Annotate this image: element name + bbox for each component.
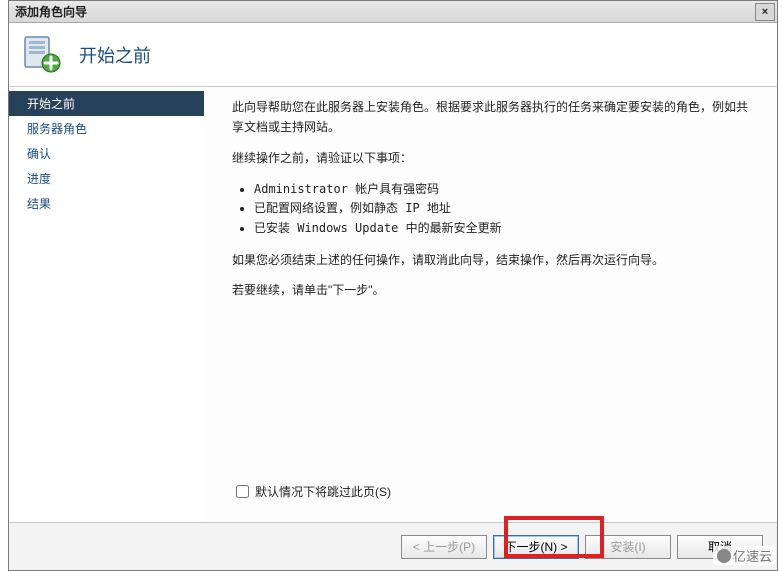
next-button[interactable]: 下一步(N) > [493,535,579,559]
verify-item: 已安装 Windows Update 中的最新安全更新 [254,219,749,238]
wizard-window: 添加角色向导 × 开始之前 开始之前 服务器角色 确认 进度 结果 [8,0,778,571]
page-title: 开始之前 [79,42,151,68]
titlebar: 添加角色向导 × [9,1,777,23]
skip-row: 默认情况下将跳过此页(S) [232,482,749,516]
prev-button[interactable]: < 上一步(P) [401,535,487,559]
skip-checkbox[interactable] [236,485,249,498]
sidebar: 开始之前 服务器角色 确认 进度 结果 [9,87,204,522]
watermark-icon [717,549,731,563]
sidebar-item-confirm[interactable]: 确认 [9,141,204,166]
verify-list: Administrator 帐户具有强密码 已配置网络设置，例如静态 IP 地址… [232,180,749,238]
content-pane: 此向导帮助您在此服务器上安装角色。根据要求此服务器执行的任务来确定要安装的角色，… [204,87,777,522]
watermark: 亿速云 [713,546,776,565]
verify-item: Administrator 帐户具有强密码 [254,180,749,199]
window-title: 添加角色向导 [15,3,87,20]
intro-text: 此向导帮助您在此服务器上安装角色。根据要求此服务器执行的任务来确定要安装的角色，… [232,97,749,138]
wizard-footer: < 上一步(P) 下一步(N) > 安装(I) 取消 [9,522,777,570]
sidebar-item-progress[interactable]: 进度 [9,166,204,191]
skip-checkbox-label: 默认情况下将跳过此页(S) [255,482,391,502]
cancel-hint: 如果您必须结束上述的任何操作，请取消此向导，结束操作，然后再次运行向导。 [232,250,749,270]
sidebar-item-results[interactable]: 结果 [9,191,204,216]
wizard-body: 开始之前 服务器角色 确认 进度 结果 此向导帮助您在此服务器上安装角色。根据要… [9,87,777,522]
verify-heading: 继续操作之前，请验证以下事项： [232,148,749,168]
sidebar-item-server-roles[interactable]: 服务器角色 [9,116,204,141]
close-icon: × [762,6,768,18]
wizard-header: 开始之前 [9,23,777,87]
continue-hint: 若要继续，请单击"下一步"。 [232,280,749,300]
verify-item: 已配置网络设置，例如静态 IP 地址 [254,199,749,218]
install-button[interactable]: 安装(I) [585,535,671,559]
server-role-icon [21,33,65,77]
sidebar-item-before-begin[interactable]: 开始之前 [9,91,204,116]
close-button[interactable]: × [755,3,775,21]
